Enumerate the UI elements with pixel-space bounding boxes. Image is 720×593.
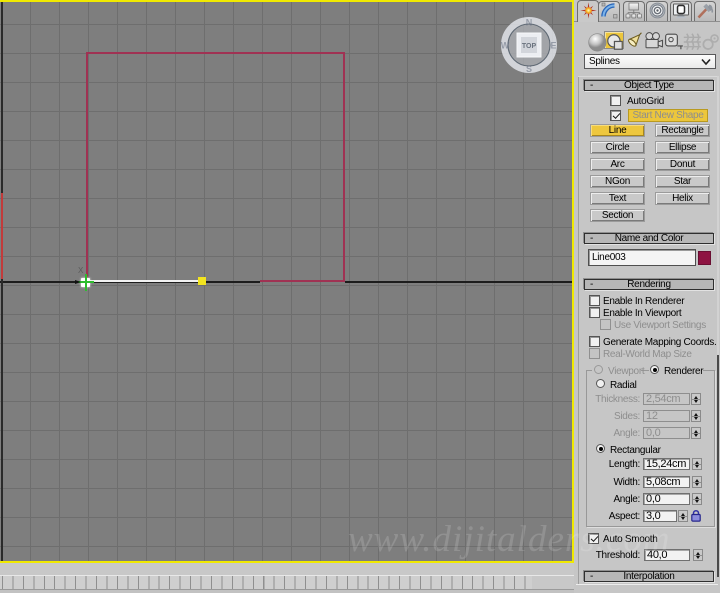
svg-text:TOP: TOP	[522, 43, 537, 50]
svg-text:N: N	[526, 18, 533, 28]
svg-text:E: E	[550, 41, 556, 51]
svg-text:S: S	[526, 64, 532, 74]
svg-text:W: W	[501, 41, 510, 51]
